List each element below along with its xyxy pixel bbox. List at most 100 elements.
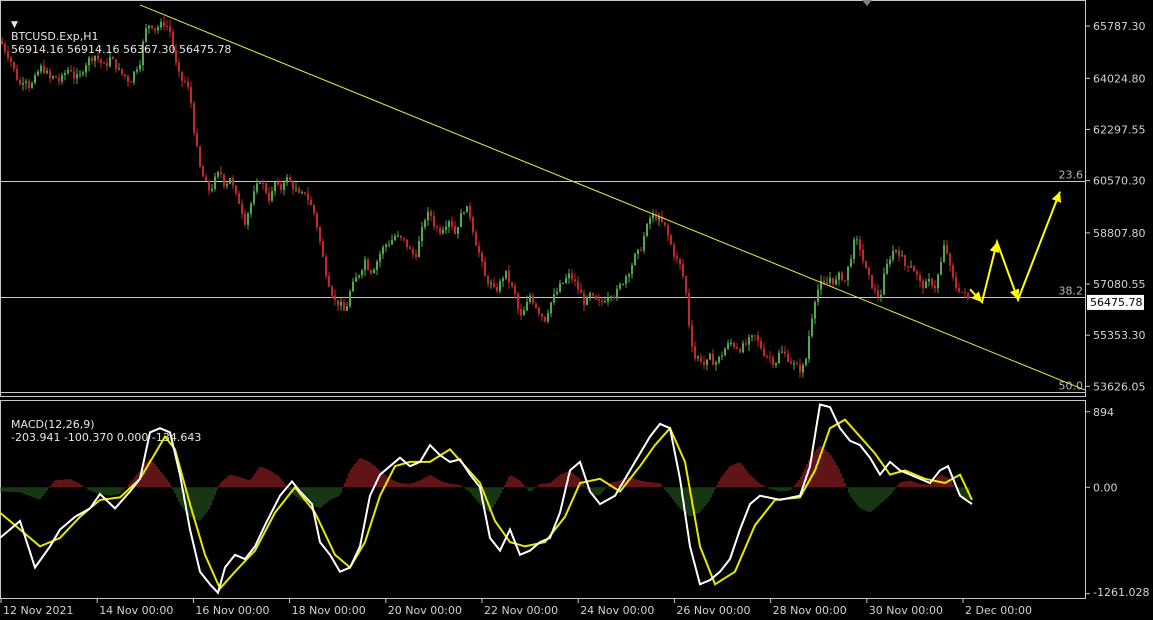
candle [316,211,318,231]
candle [646,222,648,238]
candle [307,187,309,206]
candle [901,250,903,257]
candle [865,260,867,269]
candle [889,255,891,268]
candle [712,348,714,365]
candle [532,293,534,305]
candle [805,357,807,367]
candle [517,291,519,315]
candle [925,278,927,289]
chart-menu-icon[interactable]: ▼ [11,20,18,30]
candle [886,258,888,276]
ohlc-values: 56914.16 56914.16 56367.30 56475.78 [11,43,232,56]
candle [643,231,645,254]
candle [484,257,486,277]
candle [229,177,231,185]
fib-level-label: 23.6 [1059,169,1084,182]
candle [373,267,375,274]
time-tick-label: 2 Dec 00:00 [965,604,1032,617]
candle [601,297,603,307]
price-tick-label: 62297.55 [1093,123,1146,136]
forecast-path [969,191,1061,305]
candle [679,257,681,270]
candle [757,330,759,347]
candle [715,360,717,371]
price-tick-label: 53626.05 [1093,380,1146,393]
candle [949,252,951,272]
candle [877,284,879,302]
candle [778,349,780,365]
candle [871,274,873,290]
candle [838,271,840,286]
candle [937,273,939,294]
candle [709,352,711,361]
candle [28,78,30,92]
candle [820,275,822,296]
candle [649,215,651,230]
macd-tick-label: 894 [1093,406,1114,419]
candle [301,189,303,195]
candle [625,274,627,288]
candle [178,58,180,78]
time-tick-label: 30 Nov 00:00 [869,604,943,617]
candle [808,330,810,363]
time-tick-label: 16 Nov 00:00 [195,604,269,617]
candle [463,211,465,215]
candle [556,287,558,296]
candle [640,246,642,252]
candle [13,61,15,73]
candle [19,76,21,86]
candle [190,81,192,108]
candle [31,81,33,90]
trendline[interactable] [139,4,1086,391]
candle [376,259,378,276]
candle [904,254,906,270]
candle [592,292,594,297]
candle [613,294,615,301]
candle [880,289,882,302]
candle [220,166,222,179]
candle [37,69,39,77]
candle [49,68,51,84]
candle [631,262,633,279]
candle [493,277,495,289]
candle [913,265,915,272]
macd-axis: 894 0.00 -1261.028 [1085,406,1149,599]
candle [244,209,246,227]
price-tick-label: 55353.30 [1093,329,1146,342]
candle [400,234,402,241]
candle [202,164,204,177]
candle [553,288,555,305]
candle [775,362,777,368]
candle [502,276,504,288]
candle [442,226,444,235]
candle [772,354,774,369]
candle [310,196,312,206]
candle [745,338,747,347]
candle [676,251,678,264]
candle [874,283,876,295]
candle [67,67,69,75]
candle [784,346,786,358]
candle [76,68,78,85]
candle [256,178,258,195]
candle [346,302,348,312]
candle [10,56,12,68]
candle [235,184,237,196]
candle [574,273,576,287]
candle [415,249,417,260]
candle [424,218,426,230]
candle [466,206,468,213]
candle [361,268,363,279]
candle [733,341,735,350]
candle [946,240,948,256]
candle [541,313,543,322]
chart-canvas: 23.6 38.2 50.0 65787.30 64024.80 62297.55 605… [0,0,1149,617]
scroll-marker-icon[interactable] [862,0,872,6]
candle [589,291,591,302]
candle [61,72,63,85]
candle [793,360,795,370]
candle [595,294,597,301]
candle [721,351,723,361]
candle [796,360,798,366]
